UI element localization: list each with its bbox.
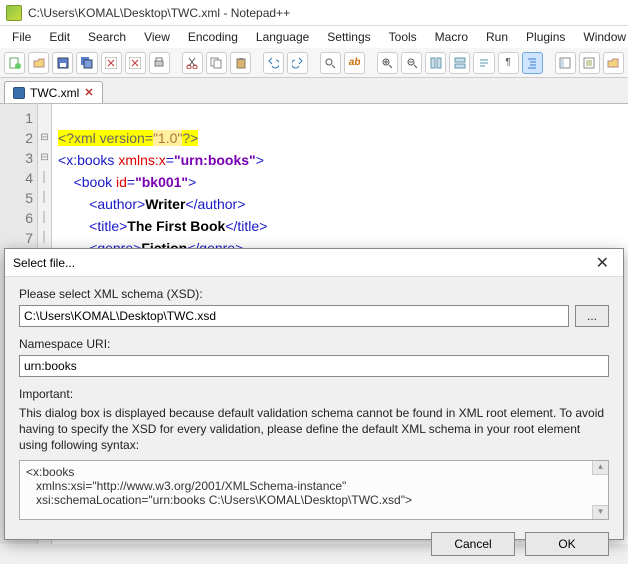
close-icon[interactable] — [101, 52, 122, 74]
close-all-icon[interactable] — [125, 52, 146, 74]
tab-bar: TWC.xml ✕ — [0, 78, 628, 104]
redo-icon[interactable] — [287, 52, 308, 74]
window-title: C:\Users\KOMAL\Desktop\TWC.xml - Notepad… — [28, 6, 290, 20]
menu-run[interactable]: Run — [478, 28, 516, 46]
paste-icon[interactable] — [230, 52, 251, 74]
tab-twc-xml[interactable]: TWC.xml ✕ — [4, 81, 103, 103]
func-list-icon[interactable] — [579, 52, 600, 74]
wrap-icon[interactable] — [473, 52, 494, 74]
dialog-close-icon[interactable]: ✕ — [590, 253, 615, 273]
new-file-icon[interactable] — [4, 52, 25, 74]
menu-search[interactable]: Search — [80, 28, 134, 46]
menu-tools[interactable]: Tools — [381, 28, 425, 46]
dialog-titlebar[interactable]: Select file... ✕ — [5, 249, 623, 277]
browse-button[interactable]: ... — [575, 305, 609, 327]
zoom-out-icon[interactable] — [401, 52, 422, 74]
namespace-label: Namespace URI: — [19, 337, 609, 351]
sync-v-icon[interactable] — [425, 52, 446, 74]
tab-close-icon[interactable]: ✕ — [84, 86, 93, 99]
replace-icon[interactable]: ab — [344, 52, 365, 74]
menu-macro[interactable]: Macro — [427, 28, 476, 46]
menu-window[interactable]: Window — [575, 28, 628, 46]
find-icon[interactable] — [320, 52, 341, 74]
menu-encoding[interactable]: Encoding — [180, 28, 246, 46]
show-all-chars-icon[interactable]: ¶ — [498, 52, 519, 74]
save-all-icon[interactable] — [76, 52, 97, 74]
scroll-up-icon[interactable]: ▴ — [592, 461, 608, 475]
important-text: This dialog box is displayed because def… — [19, 405, 609, 454]
undo-icon[interactable] — [263, 52, 284, 74]
copy-icon[interactable] — [206, 52, 227, 74]
select-file-dialog: Select file... ✕ Please select XML schem… — [4, 248, 624, 540]
tab-label: TWC.xml — [30, 86, 79, 100]
folder-view-icon[interactable] — [603, 52, 624, 74]
scroll-down-icon[interactable]: ▾ — [592, 505, 608, 519]
zoom-in-icon[interactable] — [377, 52, 398, 74]
app-icon — [6, 5, 22, 21]
namespace-input[interactable] — [19, 355, 609, 377]
menu-plugins[interactable]: Plugins — [518, 28, 573, 46]
menu-file[interactable]: File — [4, 28, 39, 46]
syntax-example-box[interactable]: <x:books xmlns:xsi="http://www.w3.org/20… — [19, 460, 609, 520]
sync-h-icon[interactable] — [449, 52, 470, 74]
toolbar: ab ¶ — [0, 48, 628, 78]
important-label: Important: — [19, 387, 609, 401]
xsd-label: Please select XML schema (XSD): — [19, 287, 609, 301]
print-icon[interactable] — [149, 52, 170, 74]
dialog-title: Select file... — [13, 256, 75, 270]
menu-edit[interactable]: Edit — [41, 28, 78, 46]
cut-icon[interactable] — [182, 52, 203, 74]
save-icon[interactable] — [52, 52, 73, 74]
menu-view[interactable]: View — [136, 28, 178, 46]
xsd-path-input[interactable] — [19, 305, 569, 327]
indent-guide-icon[interactable] — [522, 52, 543, 74]
menu-bar: File Edit Search View Encoding Language … — [0, 26, 628, 48]
menu-settings[interactable]: Settings — [319, 28, 378, 46]
open-file-icon[interactable] — [28, 52, 49, 74]
menu-language[interactable]: Language — [248, 28, 317, 46]
window-titlebar: C:\Users\KOMAL\Desktop\TWC.xml - Notepad… — [0, 0, 628, 26]
save-state-icon — [13, 87, 25, 99]
doc-map-icon[interactable] — [555, 52, 576, 74]
